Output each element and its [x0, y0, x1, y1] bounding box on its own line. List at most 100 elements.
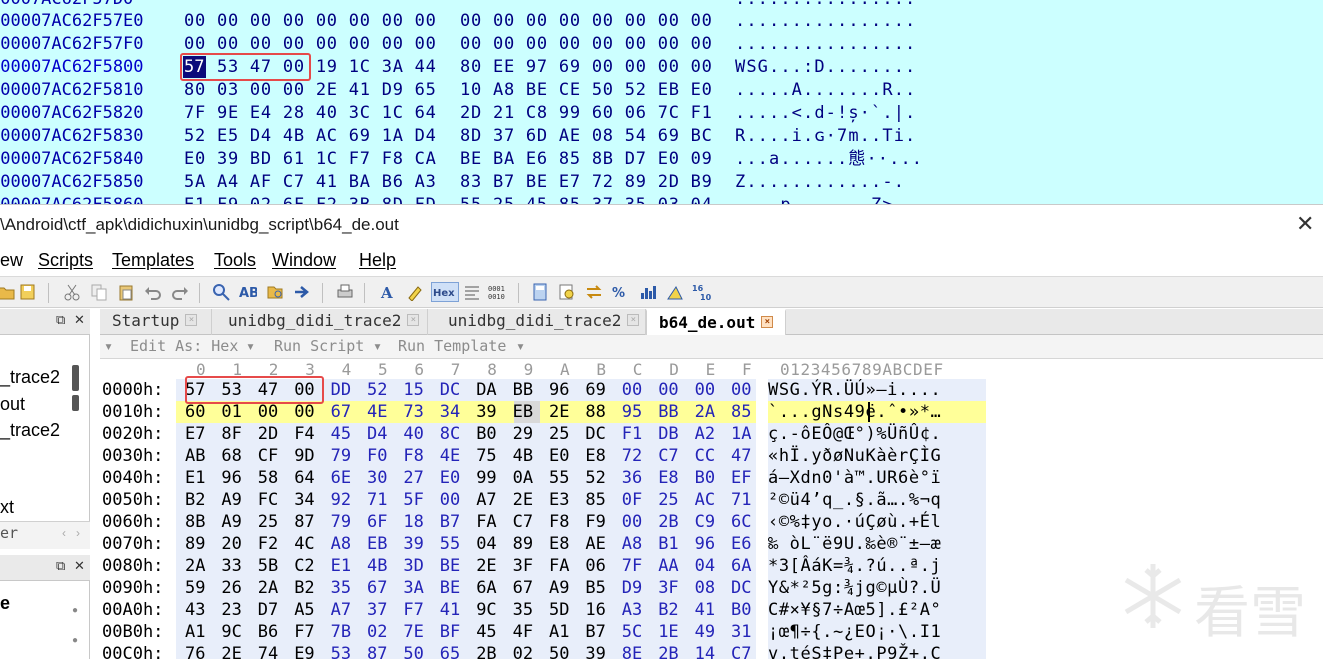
- hex-byte[interactable]: 3D: [403, 555, 423, 577]
- hex-byte[interactable]: 6A: [731, 555, 751, 577]
- hex-byte[interactable]: D7: [258, 599, 278, 621]
- hex-byte[interactable]: 00: [440, 489, 460, 511]
- chevron-down-icon[interactable]: ▾: [516, 337, 525, 355]
- hex-byte[interactable]: A3: [622, 599, 642, 621]
- hex-byte[interactable]: 6A: [476, 577, 496, 599]
- print-icon[interactable]: [335, 282, 355, 302]
- hex-byte[interactable]: 4E: [440, 445, 460, 467]
- hex-byte[interactable]: 14: [695, 643, 715, 659]
- hex-byte[interactable]: EF: [731, 467, 751, 489]
- hex-byte[interactable]: BE: [440, 555, 460, 577]
- hex-ascii[interactable]: á–Xdn0'à™.UR6è°ï: [768, 467, 986, 489]
- hex-byte[interactable]: E1: [331, 555, 351, 577]
- hex-byte[interactable]: C7: [731, 643, 751, 659]
- save-all-icon[interactable]: [18, 282, 38, 302]
- hex-byte[interactable]: 6C: [731, 511, 751, 533]
- hex-byte[interactable]: 2A: [695, 401, 715, 423]
- text-mode-icon[interactable]: [462, 282, 482, 302]
- hex-bytes[interactable]: E7 8F 2D F4 45 D4 40 8C B0 29 25 DC F1 DB A2 1A: [176, 423, 756, 445]
- hex-byte[interactable]: A9: [549, 577, 569, 599]
- hex-byte[interactable]: 4B: [513, 445, 533, 467]
- hex-byte[interactable]: 20: [221, 533, 241, 555]
- hex-byte[interactable]: F2: [258, 533, 278, 555]
- hex-bytes[interactable]: 59 26 2A B2 35 67 3A BE 6A 67 A9 B5 D9 3F 08 DC: [176, 577, 756, 599]
- hex-byte[interactable]: 88: [585, 401, 605, 423]
- hex-byte[interactable]: 65: [440, 643, 460, 659]
- hex-byte[interactable]: 50: [549, 643, 569, 659]
- binary-mode-icon[interactable]: 0001 0010: [488, 282, 508, 302]
- hex-byte[interactable]: 89: [513, 533, 533, 555]
- hex-byte[interactable]: 69: [585, 379, 605, 401]
- hex-byte[interactable]: 9C: [221, 621, 241, 643]
- compare-icon[interactable]: [584, 282, 604, 302]
- hex-byte[interactable]: 4C: [294, 533, 314, 555]
- hex-byte[interactable]: 00: [695, 379, 715, 401]
- hex-byte[interactable]: 58: [258, 467, 278, 489]
- hex-byte[interactable]: 4F: [513, 621, 533, 643]
- hex-byte[interactable]: 40: [403, 423, 423, 445]
- hex-byte[interactable]: CF: [258, 445, 278, 467]
- hex-byte[interactable]: F8: [403, 445, 423, 467]
- hex-byte[interactable]: B0: [731, 599, 751, 621]
- hex-byte[interactable]: 92: [331, 489, 351, 511]
- run-script-dropdown[interactable]: Run Script: [274, 337, 364, 355]
- hex-byte[interactable]: A7: [331, 599, 351, 621]
- menu-view[interactable]: ew: [0, 250, 23, 271]
- hex-byte[interactable]: 25: [658, 489, 678, 511]
- hex-byte[interactable]: 79: [331, 511, 351, 533]
- hex-mode-icon[interactable]: Hex: [431, 282, 459, 302]
- hex-byte[interactable]: B7: [585, 621, 605, 643]
- hex-byte[interactable]: 3F: [658, 577, 678, 599]
- highlight-icon[interactable]: [405, 282, 425, 302]
- hex-byte[interactable]: 2A: [185, 555, 205, 577]
- open-folder-icon[interactable]: [0, 282, 16, 302]
- inspector-icon[interactable]: [557, 282, 577, 302]
- menu-window[interactable]: Window: [272, 250, 336, 271]
- hex-byte[interactable]: 64: [294, 467, 314, 489]
- tab-scroll-right-icon[interactable]: ›: [76, 526, 80, 540]
- hex-byte[interactable]: BE: [440, 577, 460, 599]
- hex-byte[interactable]: A5: [294, 599, 314, 621]
- hex-byte[interactable]: 59: [185, 577, 205, 599]
- hex-byte[interactable]: 74: [258, 643, 278, 659]
- hex-byte[interactable]: 00: [294, 401, 314, 423]
- hex-byte[interactable]: E8: [658, 467, 678, 489]
- hex-byte[interactable]: 26: [221, 577, 241, 599]
- hex-ascii[interactable]: WSG.ÝR.ÜÚ»–i....: [768, 379, 986, 401]
- paste-icon[interactable]: [116, 282, 136, 302]
- hex-byte[interactable]: F7: [294, 621, 314, 643]
- close-icon[interactable]: ✕: [1296, 211, 1314, 237]
- tab-close-icon[interactable]: ×: [407, 313, 420, 326]
- hex-byte[interactable]: 2B: [658, 643, 678, 659]
- hex-ascii[interactable]: ¡œ¶÷{.~¿EO¡·\.I1: [768, 621, 986, 643]
- hex-byte[interactable]: C9: [695, 511, 715, 533]
- hex-byte[interactable]: E8: [549, 533, 569, 555]
- hex-byte[interactable]: 2E: [476, 555, 496, 577]
- hex-byte[interactable]: 73: [403, 401, 423, 423]
- hex-byte[interactable]: B6: [258, 621, 278, 643]
- hex-row[interactable]: 0050h: B2 A9 FC 34 92 71 5F 00 A7 2E E3 85 0F 25 AC 71 ²©…: [100, 489, 1323, 511]
- hex-ascii[interactable]: ²©ü4’q_.§.ã….%¬q: [768, 489, 986, 511]
- hex-byte[interactable]: 85: [731, 401, 751, 423]
- hex-byte[interactable]: A1: [549, 621, 569, 643]
- hex-byte[interactable]: A8: [622, 533, 642, 555]
- menu-help[interactable]: Help: [359, 250, 396, 271]
- hex-byte[interactable]: 00: [622, 379, 642, 401]
- hex-byte[interactable]: 04: [476, 533, 496, 555]
- hex-byte[interactable]: DC: [440, 379, 460, 401]
- font-icon[interactable]: A: [378, 282, 398, 302]
- hex-byte[interactable]: 08: [695, 577, 715, 599]
- hex-byte[interactable]: 06: [585, 555, 605, 577]
- hex-byte[interactable]: 96: [221, 467, 241, 489]
- hex-byte[interactable]: 95: [622, 401, 642, 423]
- hex-byte[interactable]: 4E: [367, 401, 387, 423]
- pin-icon[interactable]: ⧉: [56, 312, 65, 328]
- hex-byte[interactable]: 5B: [258, 555, 278, 577]
- hex-byte[interactable]: 27: [403, 467, 423, 489]
- hex-byte[interactable]: 89: [185, 533, 205, 555]
- menu-tools[interactable]: Tools: [214, 250, 256, 271]
- hex-byte[interactable]: E1: [185, 467, 205, 489]
- hex-byte[interactable]: 5F: [403, 489, 423, 511]
- hex-byte[interactable]: 33: [221, 555, 241, 577]
- hex-byte[interactable]: 47: [731, 445, 751, 467]
